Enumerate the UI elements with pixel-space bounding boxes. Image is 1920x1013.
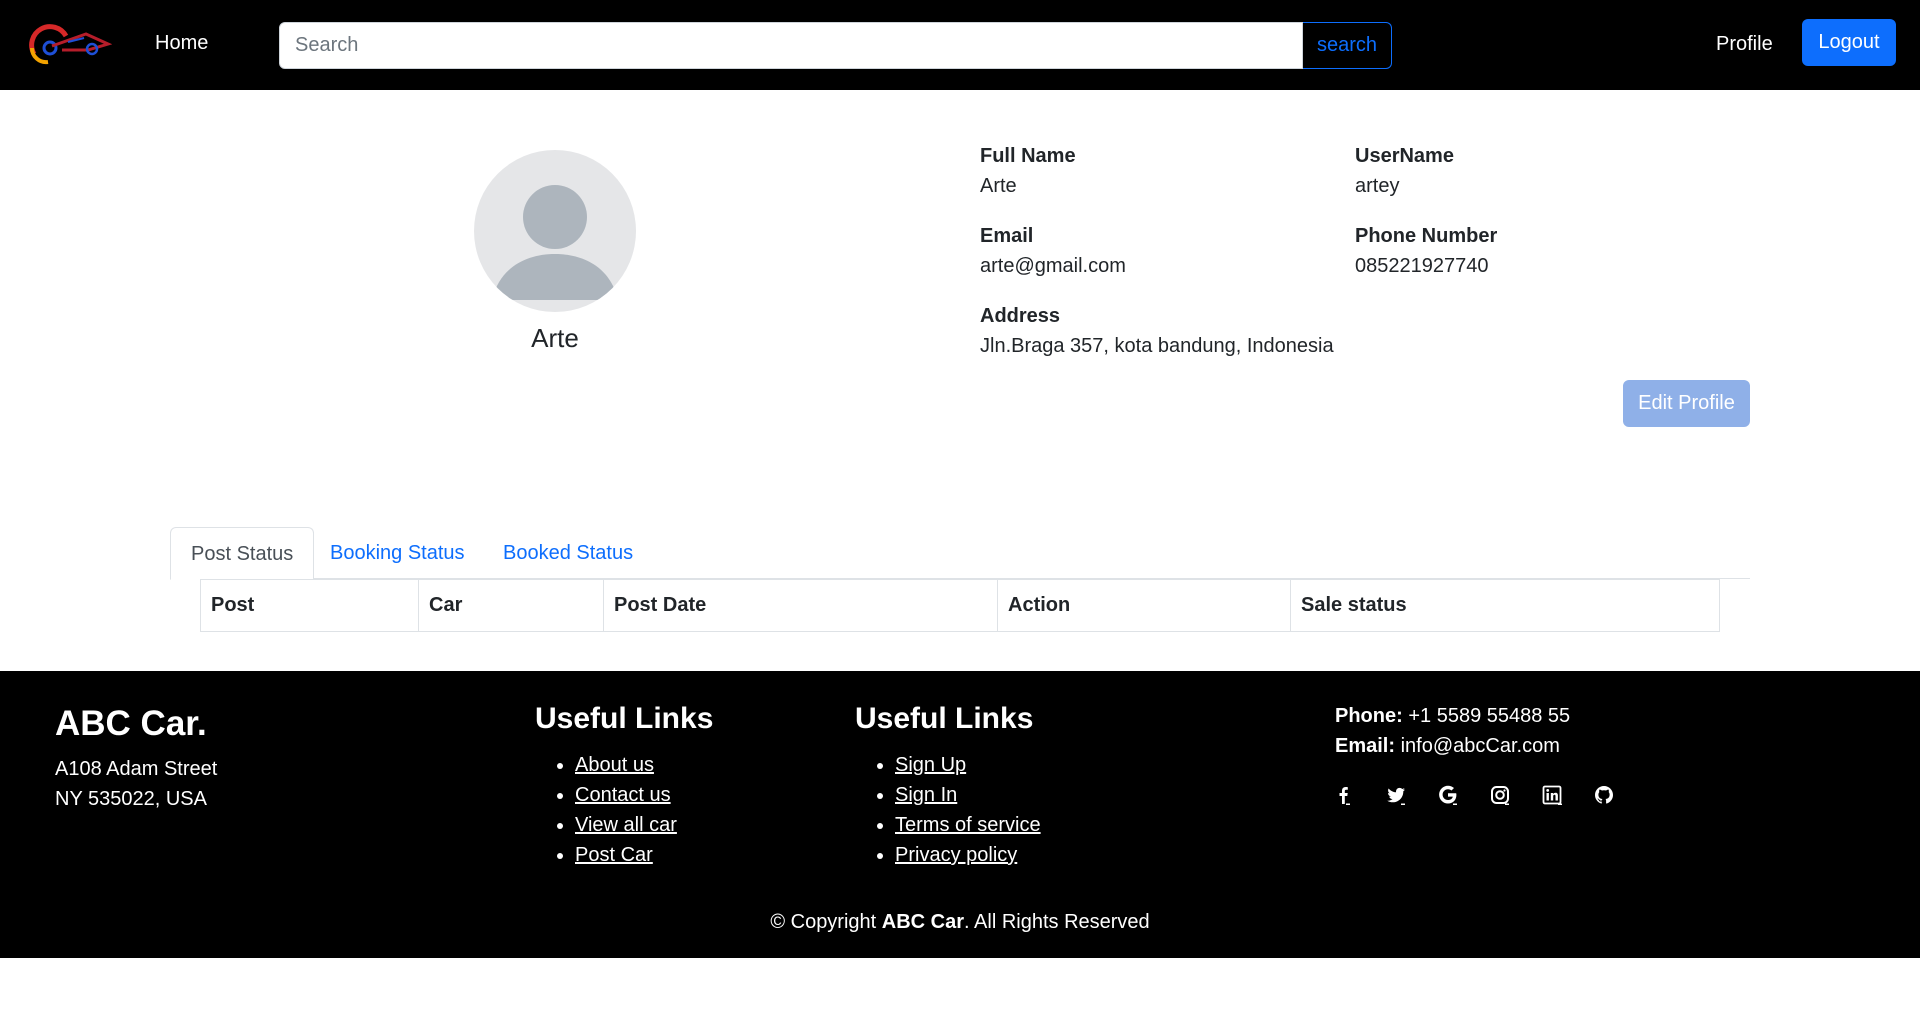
table-header-row: Post Car Post Date Action Sale status	[200, 579, 1720, 632]
github-icon[interactable]	[1593, 784, 1645, 808]
twitter-icon[interactable]	[1385, 784, 1437, 808]
phone-label: Phone:	[1335, 705, 1403, 727]
footer-phone: Phone: +1 5589 55488 55	[1335, 705, 1570, 728]
footer-address-line1: A108 Adam Street	[55, 758, 218, 780]
terms-of-service-link[interactable]: Terms of service	[895, 814, 1041, 836]
list-item: About us	[575, 750, 677, 780]
search-form: search	[279, 22, 1392, 69]
email-label: Email:	[1335, 735, 1396, 757]
address-label: Address	[980, 305, 1061, 327]
phone-value: +1 5589 55488 55	[1408, 705, 1571, 727]
instagram-icon[interactable]	[1489, 784, 1541, 808]
list-item: Contact us	[575, 780, 677, 810]
email-label: Email	[980, 225, 1034, 247]
copyright: © Copyright ABC Car. All Rights Reserved	[0, 911, 1920, 934]
tab-booking-status[interactable]: Booking Status	[310, 527, 485, 579]
sign-up-link[interactable]: Sign Up	[895, 754, 966, 776]
profile-name: Arte	[531, 323, 579, 353]
tab-post-status[interactable]: Post Status	[170, 527, 315, 580]
privacy-policy-link[interactable]: Privacy policy	[895, 844, 1017, 866]
list-item: Sign In	[895, 780, 1041, 810]
logout-button[interactable]: Logout	[1802, 19, 1896, 66]
linkedin-icon[interactable]	[1541, 784, 1593, 808]
view-all-car-link[interactable]: View all car	[575, 814, 677, 836]
column-header-car: Car	[418, 579, 604, 632]
email-value: info@abcCar.com	[1400, 735, 1560, 757]
footer-links-heading-1: Useful Links	[535, 702, 714, 735]
google-icon[interactable]	[1437, 784, 1489, 808]
tab-booked-status[interactable]: Booked Status	[483, 527, 653, 579]
status-tabs: Post Status Booking Status Booked Status	[170, 527, 1750, 580]
username-value: artey	[1355, 175, 1400, 197]
navbar: Home search Profile Logout	[0, 0, 1920, 90]
about-us-link[interactable]: About us	[575, 754, 654, 776]
nav-profile-link[interactable]: Profile	[1716, 33, 1773, 56]
post-status-table: Post Car Post Date Action Sale status	[200, 579, 1720, 632]
email-value: arte@gmail.com	[980, 255, 1126, 277]
column-header-post-date: Post Date	[603, 579, 998, 632]
list-item: Privacy policy	[895, 840, 1041, 870]
facebook-icon[interactable]	[1333, 784, 1385, 808]
social-links	[1333, 784, 1645, 808]
footer-address-line2: NY 535022, USA	[55, 788, 207, 810]
edit-profile-button[interactable]: Edit Profile	[1623, 380, 1750, 427]
car-logo-icon[interactable]	[28, 20, 113, 66]
footer-links-heading-2: Useful Links	[855, 702, 1034, 735]
footer-email: Email: info@abcCar.com	[1335, 735, 1560, 758]
list-item: Terms of service	[895, 810, 1041, 840]
phone-value: 085221927740	[1355, 255, 1489, 277]
copyright-prefix: © Copyright	[770, 911, 877, 933]
nav-home-link[interactable]: Home	[155, 32, 208, 55]
footer-links-list-2: Sign Up Sign In Terms of service Privacy…	[855, 750, 1041, 870]
footer-links-list-1: About us Contact us View all car Post Ca…	[535, 750, 677, 870]
list-item: Post Car	[575, 840, 677, 870]
username-label: UserName	[1355, 145, 1454, 167]
user-avatar-icon	[474, 150, 636, 312]
post-car-link[interactable]: Post Car	[575, 844, 653, 866]
copyright-brand: ABC Car	[881, 911, 965, 933]
full-name-value: Arte	[980, 175, 1017, 197]
footer: ABC Car. A108 Adam Street NY 535022, USA…	[0, 671, 1920, 958]
list-item: Sign Up	[895, 750, 1041, 780]
column-header-post: Post	[200, 579, 419, 632]
full-name-label: Full Name	[980, 145, 1076, 167]
search-button[interactable]: search	[1303, 22, 1392, 69]
contact-us-link[interactable]: Contact us	[575, 784, 671, 806]
search-input[interactable]	[279, 22, 1303, 69]
copyright-suffix: . All Rights Reserved	[964, 911, 1150, 933]
address-value: Jln.Braga 357, kota bandung, Indonesia	[980, 335, 1334, 357]
footer-brand: ABC Car.	[55, 704, 207, 743]
column-header-action: Action	[997, 579, 1291, 632]
sign-in-link[interactable]: Sign In	[895, 784, 957, 806]
column-header-sale-status: Sale status	[1290, 579, 1720, 632]
phone-label: Phone Number	[1355, 225, 1498, 247]
list-item: View all car	[575, 810, 677, 840]
